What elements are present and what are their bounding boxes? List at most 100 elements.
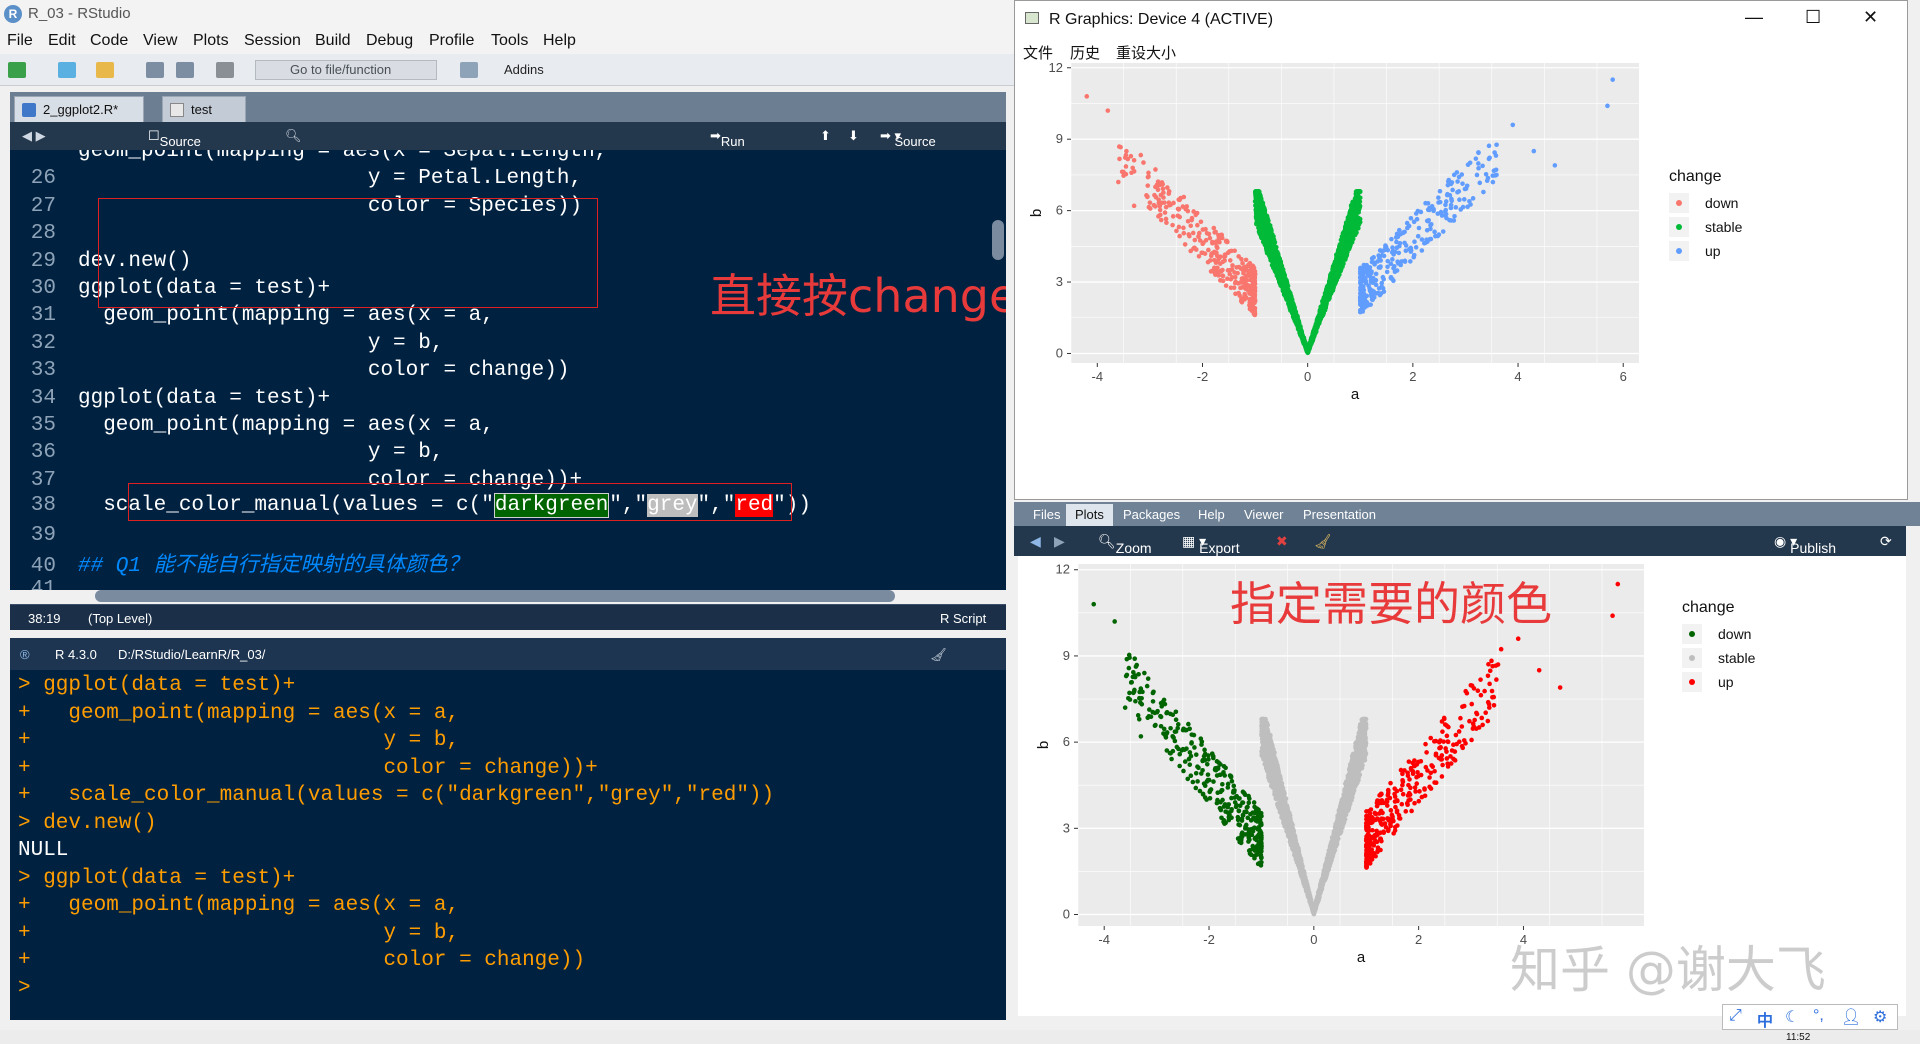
legend-label: down [1705,195,1738,211]
graphics-menu-history[interactable]: 历史 [1070,42,1100,63]
publish-button[interactable]: ◉ Publish ▾ [1774,533,1797,550]
remove-plot-icon[interactable]: ✖ [1276,533,1288,550]
point-up [1374,272,1379,277]
refresh-icon[interactable]: ⟳ [1880,533,1892,550]
point-up [1480,164,1485,169]
point-up [1405,221,1410,226]
point-down [1241,285,1246,290]
point-stable [1279,263,1284,268]
tab-test[interactable]: test [162,96,246,122]
point-down [1161,186,1166,191]
save-all-icon[interactable] [176,62,194,78]
point-up [1476,166,1481,171]
clear-console-icon[interactable]: 🧹︎ [930,647,947,663]
close-button[interactable]: ✕ [1863,7,1878,28]
tab-packages[interactable]: Packages [1114,504,1189,526]
point-up [1487,156,1492,161]
console[interactable]: > ggplot(data = test)++ geom_point(mappi… [10,670,1006,1020]
point-stable [1265,246,1270,251]
tab-2-ggplot2[interactable]: 2_ggplot2.R* [14,96,144,122]
point-stable [1323,303,1328,308]
menu-view[interactable]: View [143,32,177,50]
source-on-save-checkbox[interactable]: ☐ Source on Save [148,128,160,144]
addins-menu[interactable]: Addins [504,62,544,77]
menu-plots[interactable]: Plots [193,32,229,50]
menu-help[interactable]: Help [543,32,576,50]
menu-session[interactable]: Session [244,32,301,50]
point-stable [1344,238,1349,243]
minimize-button[interactable]: — [1745,7,1763,28]
point-down [1145,183,1150,188]
menu-file[interactable]: File [7,32,33,50]
point-down [1138,153,1143,158]
run-button[interactable]: ➡ Run [710,128,721,144]
export-button[interactable]: ▦ Export ▾ [1182,533,1206,550]
menu-profile[interactable]: Profile [429,32,474,50]
search-icon[interactable]: 🔍︎ [285,128,302,144]
menu-code[interactable]: Code [90,32,128,50]
point-down [1198,238,1203,243]
graphics-menu-resize[interactable]: 重设大小 [1116,42,1176,63]
point-up [1450,180,1455,185]
next-plot-icon[interactable]: ▶ [1054,533,1065,550]
point-up [1381,275,1386,280]
code-line: geom_point(mapping = aes(x = Sepal.Lengt… [10,150,990,167]
file-type[interactable]: R Script [940,611,986,626]
tab-files[interactable]: Files [1024,504,1069,526]
source-button[interactable]: ➡ Source ▾ [880,128,901,144]
down-arrow-icon[interactable]: ⬇ [848,128,859,144]
point-down [1245,268,1250,273]
editor-scrollbar[interactable] [992,220,1004,260]
point-down [1215,254,1220,259]
source-toolbar: ◀ ▶ ☐ Source on Save 🔍︎ ➡ Run ⬆ ⬇ ➡ Sour… [10,122,1006,150]
workspace-panes-icon[interactable] [460,62,478,78]
point-stable [1314,330,1319,335]
up-arrow-icon[interactable]: ⬆ [820,128,831,144]
point-stable [1301,336,1306,341]
working-directory[interactable]: D:/RStudio/LearnR/R_03/ [118,647,265,662]
point-down [1212,258,1217,263]
point-down [1195,223,1200,228]
point-stable [1352,207,1357,212]
tab-presentation[interactable]: Presentation [1294,504,1385,526]
scope-indicator[interactable]: (Top Level) [88,611,152,626]
back-arrow-icon[interactable]: ◀ ▶ [22,128,46,144]
point-stable [1270,249,1275,254]
code-editor[interactable]: geom_point(mapping = aes(x = Sepal.Lengt… [10,150,1006,590]
tab-help[interactable]: Help [1189,504,1234,526]
point-up [1449,206,1454,211]
point-up [1371,276,1376,281]
new-file-icon[interactable] [8,62,26,78]
editor-hscrollbar[interactable] [95,590,895,602]
open-file-icon[interactable] [96,62,114,78]
console-line: > ggplot(data = test)+ [18,867,295,890]
go-to-file-input[interactable]: Go to file/function [255,60,437,80]
zoom-button[interactable]: 🔍︎ Zoom [1098,533,1116,550]
graphics-menu-file[interactable]: 文件 [1023,42,1053,63]
point-stable [1355,201,1360,206]
tab-viewer[interactable]: Viewer [1235,504,1293,526]
code-line: 32 y = b, [10,332,990,359]
point-down [1116,180,1121,185]
clear-plots-icon[interactable]: 🧹︎ [1314,533,1332,550]
print-icon[interactable] [216,62,234,78]
menu-edit[interactable]: Edit [48,32,76,50]
save-icon[interactable] [146,62,164,78]
point-stable [1344,225,1349,230]
new-project-icon[interactable] [58,62,76,78]
tab-plots[interactable]: Plots [1066,504,1113,526]
point-down [1121,170,1126,175]
point-down [1221,259,1226,264]
point-up [1378,293,1383,298]
prev-plot-icon[interactable]: ◀ [1030,533,1041,550]
y-tick-label: 6 [1056,203,1063,218]
x-axis-label: a [1357,949,1366,966]
point-up [1423,240,1428,245]
point-stable [1339,267,1344,272]
console-line: > ggplot(data = test)+ [18,674,295,697]
menu-tools[interactable]: Tools [491,32,528,50]
menu-build[interactable]: Build [315,32,351,50]
menu-debug[interactable]: Debug [366,32,413,50]
maximize-button[interactable]: ☐ [1805,7,1821,28]
point-down [1152,193,1157,198]
